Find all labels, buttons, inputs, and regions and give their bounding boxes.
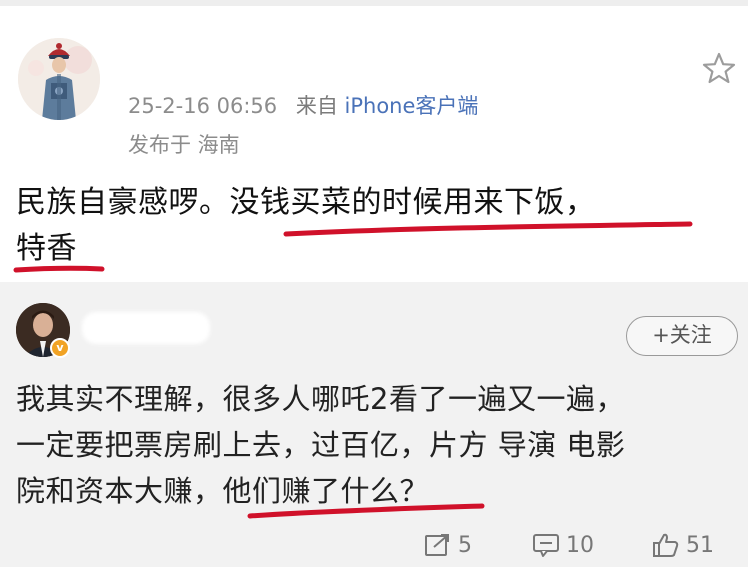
like-count: 51 <box>686 532 714 558</box>
follow-button[interactable]: +关注 <box>626 316 738 356</box>
like-action[interactable]: 51 <box>652 528 714 562</box>
comment-line-2: 一定要把票房刷上去，过百亿，片方 导演 电影 <box>16 428 626 462</box>
comment-line-3-highlight: 他们赚了什么？ <box>222 474 430 508</box>
comment-text: 我其实不理解，很多人哪吒2看了一遍又一遍， 一定要把票房刷上去，过百亿，片方 导… <box>16 376 736 514</box>
share-count: 5 <box>458 532 472 558</box>
username-redacted <box>82 312 210 344</box>
comment-line-3: 院和资本大赚， <box>16 474 223 508</box>
comment-icon <box>533 534 559 557</box>
post-text-highlight-2: 特香 <box>16 231 77 266</box>
post-card: 25-2-16 06:56 来自 iPhone客户端 发布于 海南 民族自豪感啰… <box>0 6 748 282</box>
post-text-highlight-1: 没钱买菜的时候用来下饭， <box>229 185 596 220</box>
like-icon <box>653 533 679 557</box>
comment-action[interactable]: 10 <box>532 528 594 562</box>
post-timestamp: 25-2-16 06:56 <box>128 94 278 118</box>
post-meta: 25-2-16 06:56 来自 iPhone客户端 <box>128 90 478 120</box>
source-device-link[interactable]: iPhone客户端 <box>345 94 479 118</box>
source-prefix: 来自 <box>295 94 338 118</box>
author-avatar[interactable] <box>18 38 100 120</box>
comment-count: 10 <box>566 532 594 558</box>
post-text-plain: 民族自豪感啰。 <box>16 185 230 220</box>
vip-badge-icon: v <box>50 338 70 358</box>
post-location: 发布于 海南 <box>128 133 240 157</box>
share-action[interactable]: 5 <box>424 528 472 562</box>
share-icon <box>425 534 449 556</box>
star-icon[interactable] <box>700 50 738 88</box>
comment-line-1: 我其实不理解，很多人哪吒2看了一遍又一遍， <box>16 382 625 416</box>
post-text: 民族自豪感啰。没钱买菜的时候用来下饭， 特香 <box>16 180 736 272</box>
comment-card: v +关注 我其实不理解，很多人哪吒2看了一遍又一遍， 一定要把票房刷上去，过百… <box>0 282 748 567</box>
